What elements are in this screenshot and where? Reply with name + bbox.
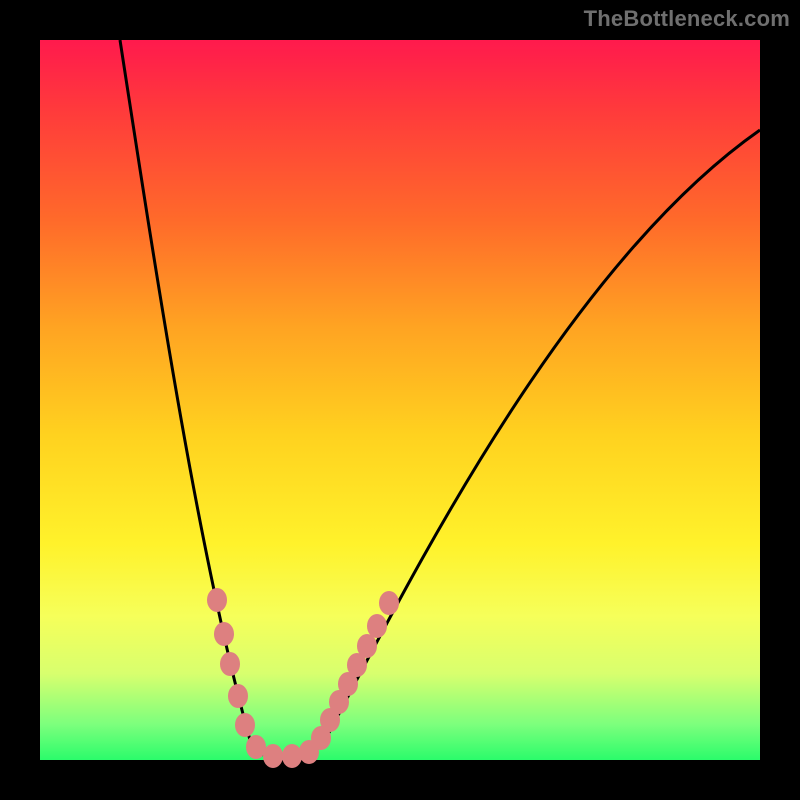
plot-area: [40, 40, 760, 760]
highlight-marker: [207, 588, 227, 612]
marker-group: [207, 588, 399, 768]
bottleneck-curve: [120, 40, 760, 758]
highlight-marker: [282, 744, 302, 768]
highlight-marker: [263, 744, 283, 768]
highlight-marker: [357, 634, 377, 658]
highlight-marker: [228, 684, 248, 708]
chart-svg: [40, 40, 760, 760]
highlight-marker: [220, 652, 240, 676]
highlight-marker: [367, 614, 387, 638]
highlight-marker: [379, 591, 399, 615]
chart-container: TheBottleneck.com: [0, 0, 800, 800]
highlight-marker: [235, 713, 255, 737]
highlight-marker: [214, 622, 234, 646]
watermark-text: TheBottleneck.com: [584, 6, 790, 32]
highlight-marker: [246, 735, 266, 759]
